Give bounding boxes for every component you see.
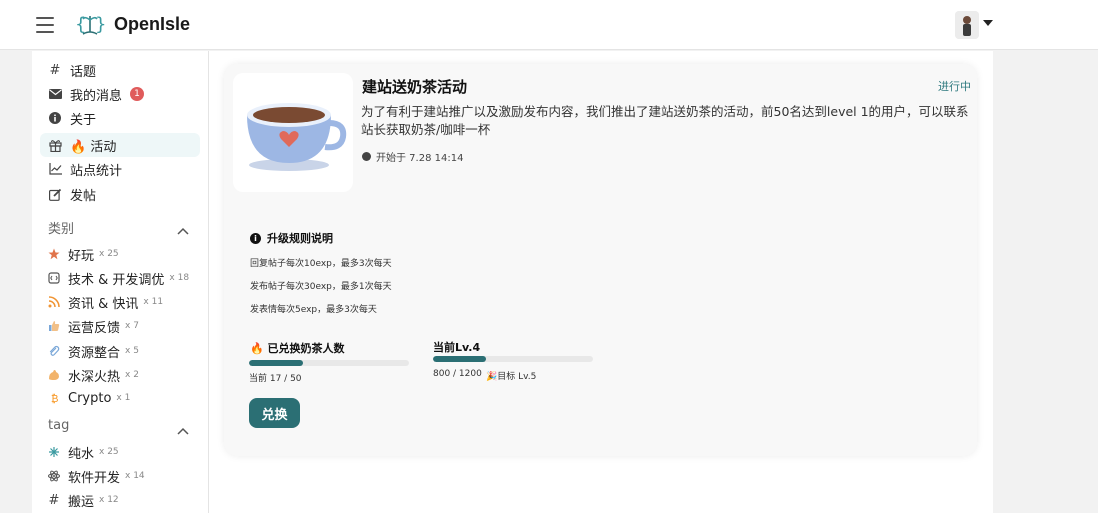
category-item[interactable]: 技术 & 开发调优 x 18: [48, 268, 189, 288]
brand-name[interactable]: OpenIsle: [114, 14, 190, 35]
level-progress-fill: [433, 356, 487, 362]
categories-title: 类别: [48, 222, 75, 237]
top-header: { } OpenIsle: [0, 0, 1098, 50]
tag-item[interactable]: # 搬运 x 12: [48, 490, 119, 510]
rule-item: 回复帖子每次10exp，最多3次每天: [250, 259, 392, 269]
nav-item-about[interactable]: 关于: [40, 106, 200, 130]
category-item[interactable]: 运营反馈 x 7: [48, 316, 139, 336]
redeemed-count: 当前 17 / 50: [249, 374, 302, 384]
rules-title: i 升级规则说明: [250, 230, 333, 246]
info-icon: [48, 111, 62, 125]
gift-icon: [48, 138, 62, 152]
redeem-button[interactable]: 兑换: [249, 398, 300, 428]
nav-item-post[interactable]: 发帖: [40, 182, 200, 206]
flexed-arm-icon: [48, 369, 60, 381]
category-label: 水深火热: [68, 369, 121, 385]
category-count: x 11: [143, 297, 164, 307]
chevron-up-icon[interactable]: [177, 420, 189, 435]
clock-icon: [362, 152, 371, 161]
tag-count: x 12: [99, 495, 119, 505]
nav-item-activity[interactable]: 🔥 活动: [40, 133, 200, 157]
redeemed-label: 🔥 已兑换奶茶人数: [250, 342, 345, 355]
tag-label: 搬运: [68, 494, 95, 510]
activity-description: 为了有利于建站推广以及激励发布内容，我们推出了建站送奶茶的活动，前50名达到le…: [361, 104, 969, 137]
paperclip-icon: [48, 345, 60, 357]
nav-label: 话题: [70, 64, 97, 80]
rules-title-text: 升级规则说明: [267, 232, 333, 245]
user-avatar[interactable]: [955, 11, 979, 39]
level-progress-bar: [433, 356, 593, 362]
category-count: x 1: [116, 393, 131, 403]
nav-item-stats[interactable]: 站点统计: [40, 157, 200, 181]
activity-title: 建站送奶茶活动: [362, 78, 468, 96]
bitcoin-icon: ₿: [48, 392, 60, 404]
hash-icon: #: [49, 62, 61, 78]
sparkle-icon: [48, 446, 60, 458]
level-label: 当前Lv.4: [433, 341, 481, 354]
category-count: x 7: [125, 321, 139, 331]
rule-item: 发布帖子每次30exp，最多1次每天: [250, 282, 392, 292]
svg-text:}: }: [95, 14, 106, 35]
category-count: x 2: [125, 370, 139, 380]
star-icon: [48, 248, 60, 260]
category-item[interactable]: ₿ Crypto x 1: [48, 388, 130, 408]
tag-count: x 25: [99, 447, 119, 457]
category-item[interactable]: 好玩 x 25: [48, 244, 119, 264]
status-badge: 进行中: [938, 80, 971, 93]
redeemed-progress-fill: [249, 360, 304, 366]
tea-cup-image: [233, 73, 353, 192]
caret-down-icon[interactable]: [983, 20, 993, 26]
tags-title: tag: [48, 418, 70, 433]
react-icon: [48, 470, 60, 482]
category-item[interactable]: 资讯 & 快讯 x 11: [48, 292, 163, 312]
nav-label: 站点统计: [70, 163, 123, 179]
hash-icon: #: [48, 492, 60, 508]
start-time-text: 开始于 7.28 14:14: [376, 153, 464, 164]
category-label: 运营反馈: [68, 320, 121, 336]
category-item[interactable]: 资源整合 x 5: [48, 341, 139, 361]
activity-start-time: 开始于 7.28 14:14: [362, 149, 463, 164]
nav-label: 关于: [70, 112, 97, 128]
hamburger-icon[interactable]: [36, 17, 54, 33]
tag-item[interactable]: 软件开发 x 14: [48, 466, 145, 486]
category-count: x 25: [99, 249, 119, 259]
category-label: 资源整合: [68, 345, 121, 361]
tag-count: x 14: [125, 471, 145, 481]
tag-label: 软件开发: [68, 470, 121, 486]
code-icon: [48, 272, 60, 284]
tag-label: 纯水: [68, 446, 95, 462]
category-item[interactable]: 水深火热 x 2: [48, 365, 139, 385]
category-label: 好玩: [68, 248, 95, 264]
category-label: Crypto: [68, 390, 112, 406]
info-icon: i: [250, 232, 261, 244]
level-exp: 800 / 1200: [433, 369, 482, 379]
openisle-logo[interactable]: { }: [74, 10, 106, 40]
unread-badge: 1: [130, 87, 145, 101]
nav-label: 发帖: [70, 188, 97, 204]
tag-item[interactable]: 纯水 x 25: [48, 442, 119, 462]
mail-icon: [48, 87, 62, 101]
nav-label: 🔥 活动: [70, 139, 117, 155]
nav-label: 我的消息: [70, 88, 123, 104]
level-target: 🎉目标 Lv.5: [486, 372, 537, 382]
thumbs-up-icon: [48, 320, 60, 332]
rss-icon: [48, 296, 60, 308]
category-count: x 18: [169, 273, 190, 283]
redeemed-progress-bar: [249, 360, 409, 366]
chevron-up-icon[interactable]: [177, 220, 189, 235]
nav-item-messages[interactable]: 我的消息 1: [40, 82, 200, 106]
edit-icon: [48, 187, 62, 201]
chart-icon: [48, 162, 62, 176]
category-count: x 5: [125, 346, 139, 356]
category-label: 资讯 & 快讯: [68, 296, 139, 312]
svg-text:₿: ₿: [51, 393, 58, 404]
category-label: 技术 & 开发调优: [68, 272, 165, 288]
nav-item-topics[interactable]: # 话题: [40, 58, 200, 82]
rule-item: 发表情每次5exp，最多3次每天: [250, 305, 377, 315]
